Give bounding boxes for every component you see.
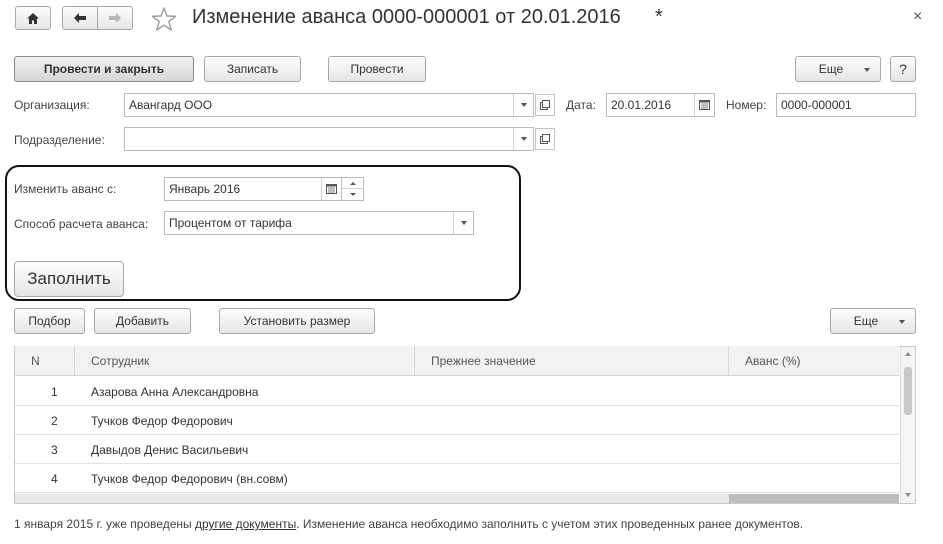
more-menu-button[interactable]: Еще <box>795 56 881 82</box>
other-documents-link[interactable]: другие документы <box>195 517 296 531</box>
scroll-down-icon[interactable] <box>905 493 911 497</box>
row-number: 2 <box>51 413 58 428</box>
date-calendar-button[interactable] <box>694 94 714 116</box>
method-value: Процентом от тарифа <box>169 216 292 230</box>
organization-value: Авангард ООО <box>129 98 213 112</box>
arrow-left-icon <box>74 13 86 23</box>
calendar-icon <box>699 100 710 110</box>
organization-field[interactable]: Авангард ООО <box>124 93 534 117</box>
post-button[interactable]: Провести <box>328 56 426 82</box>
modified-marker: * <box>655 6 663 28</box>
row-employee: Азарова Анна Александровна <box>91 384 259 399</box>
footer-message: 1 января 2015 г. уже проведены другие до… <box>14 517 803 531</box>
method-label: Способ расчета аванса: <box>14 217 149 231</box>
number-label: Номер: <box>726 98 767 112</box>
change-from-value: Январь 2016 <box>169 182 241 196</box>
forward-button[interactable] <box>97 6 133 30</box>
division-field[interactable] <box>124 127 534 151</box>
date-label: Дата: <box>566 98 596 112</box>
add-button[interactable]: Добавить <box>94 308 191 334</box>
fill-button[interactable]: Заполнить <box>14 261 124 297</box>
post-and-close-button[interactable]: Провести и закрыть <box>14 56 194 82</box>
home-button[interactable] <box>15 6 51 30</box>
scrollbar-thumb[interactable] <box>904 367 912 415</box>
calendar-icon <box>326 184 337 194</box>
row-number: 4 <box>51 471 58 486</box>
date-field[interactable]: 20.01.2016 <box>606 93 715 117</box>
close-button[interactable]: × <box>913 8 927 26</box>
table-more-label: Еще <box>853 314 879 328</box>
organization-open-button[interactable] <box>535 94 555 116</box>
table-row[interactable]: 1 Азарова Анна Александровна <box>15 377 899 406</box>
help-button[interactable]: ? <box>890 56 916 82</box>
table-row[interactable]: 3 Давыдов Денис Васильевич <box>15 435 899 464</box>
back-button[interactable] <box>62 6 98 30</box>
chevron-down-icon <box>460 221 467 225</box>
spinner-up-icon[interactable] <box>342 178 363 189</box>
more-menu-label: Еще <box>818 62 844 76</box>
home-icon <box>27 12 39 24</box>
set-size-button[interactable]: Установить размер <box>219 308 375 334</box>
row-number: 1 <box>51 384 58 399</box>
scroll-up-icon[interactable] <box>905 352 911 356</box>
column-header-previous[interactable]: Прежнее значение <box>415 346 729 376</box>
row-employee: Давыдов Денис Васильевич <box>91 442 249 457</box>
organization-label: Организация: <box>14 98 90 112</box>
row-advance-cell-shaded <box>729 494 899 503</box>
number-field[interactable]: 0000-000001 <box>776 93 916 117</box>
column-header-employee[interactable]: Сотрудник <box>75 346 415 376</box>
table-row[interactable]: 2 Тучков Федор Федорович <box>15 406 899 435</box>
save-button[interactable]: Записать <box>204 56 301 82</box>
chevron-down-icon <box>899 320 905 324</box>
window-title: Изменение аванса 0000-000001 от 20.01.20… <box>192 6 621 28</box>
organization-dropdown[interactable] <box>513 94 533 116</box>
arrow-right-icon <box>109 13 121 23</box>
change-from-label: Изменить аванс с: <box>14 182 117 196</box>
star-icon <box>151 7 177 31</box>
chevron-down-icon <box>864 68 870 72</box>
period-calendar-button[interactable] <box>321 178 341 200</box>
period-spinner[interactable] <box>342 177 364 201</box>
pick-button[interactable]: Подбор <box>14 308 85 334</box>
method-select[interactable]: Процентом от тарифа <box>164 211 474 235</box>
division-dropdown[interactable] <box>513 128 533 150</box>
column-header-n[interactable]: N <box>15 346 75 376</box>
table-scrollbar[interactable] <box>900 347 915 503</box>
favorite-star[interactable] <box>151 6 177 32</box>
number-value: 0000-000001 <box>781 98 852 112</box>
table-row-partial[interactable] <box>15 494 899 503</box>
row-employee: Тучков Федор Федорович (вн.совм) <box>91 471 288 486</box>
column-header-advance[interactable]: Аванс (%) <box>729 346 899 376</box>
division-open-button[interactable] <box>535 128 555 150</box>
footer-text-after: . Изменение аванса необходимо заполнить … <box>296 517 804 531</box>
open-form-icon <box>540 134 550 144</box>
chevron-down-icon <box>520 137 527 141</box>
open-form-icon <box>540 100 550 110</box>
chevron-down-icon <box>520 103 527 107</box>
division-label: Подразделение: <box>14 133 105 147</box>
row-employee: Тучков Федор Федорович <box>91 413 233 428</box>
footer-text-before: 1 января 2015 г. уже проведены <box>14 517 195 531</box>
spinner-down-icon[interactable] <box>342 189 363 200</box>
table-more-button[interactable]: Еще <box>830 308 916 334</box>
change-from-field[interactable]: Январь 2016 <box>164 177 342 201</box>
method-dropdown[interactable] <box>453 212 473 234</box>
table-row[interactable]: 4 Тучков Федор Федорович (вн.совм) <box>15 464 899 493</box>
row-number: 3 <box>51 442 58 457</box>
close-icon: × <box>913 8 923 25</box>
